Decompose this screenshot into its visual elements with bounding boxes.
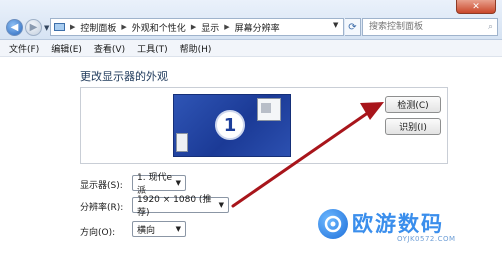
watermark-text: 欧游数码: [352, 212, 444, 236]
watermark-url: OYJK0572.COM: [397, 235, 456, 243]
watermark-logo-icon: [318, 209, 348, 239]
